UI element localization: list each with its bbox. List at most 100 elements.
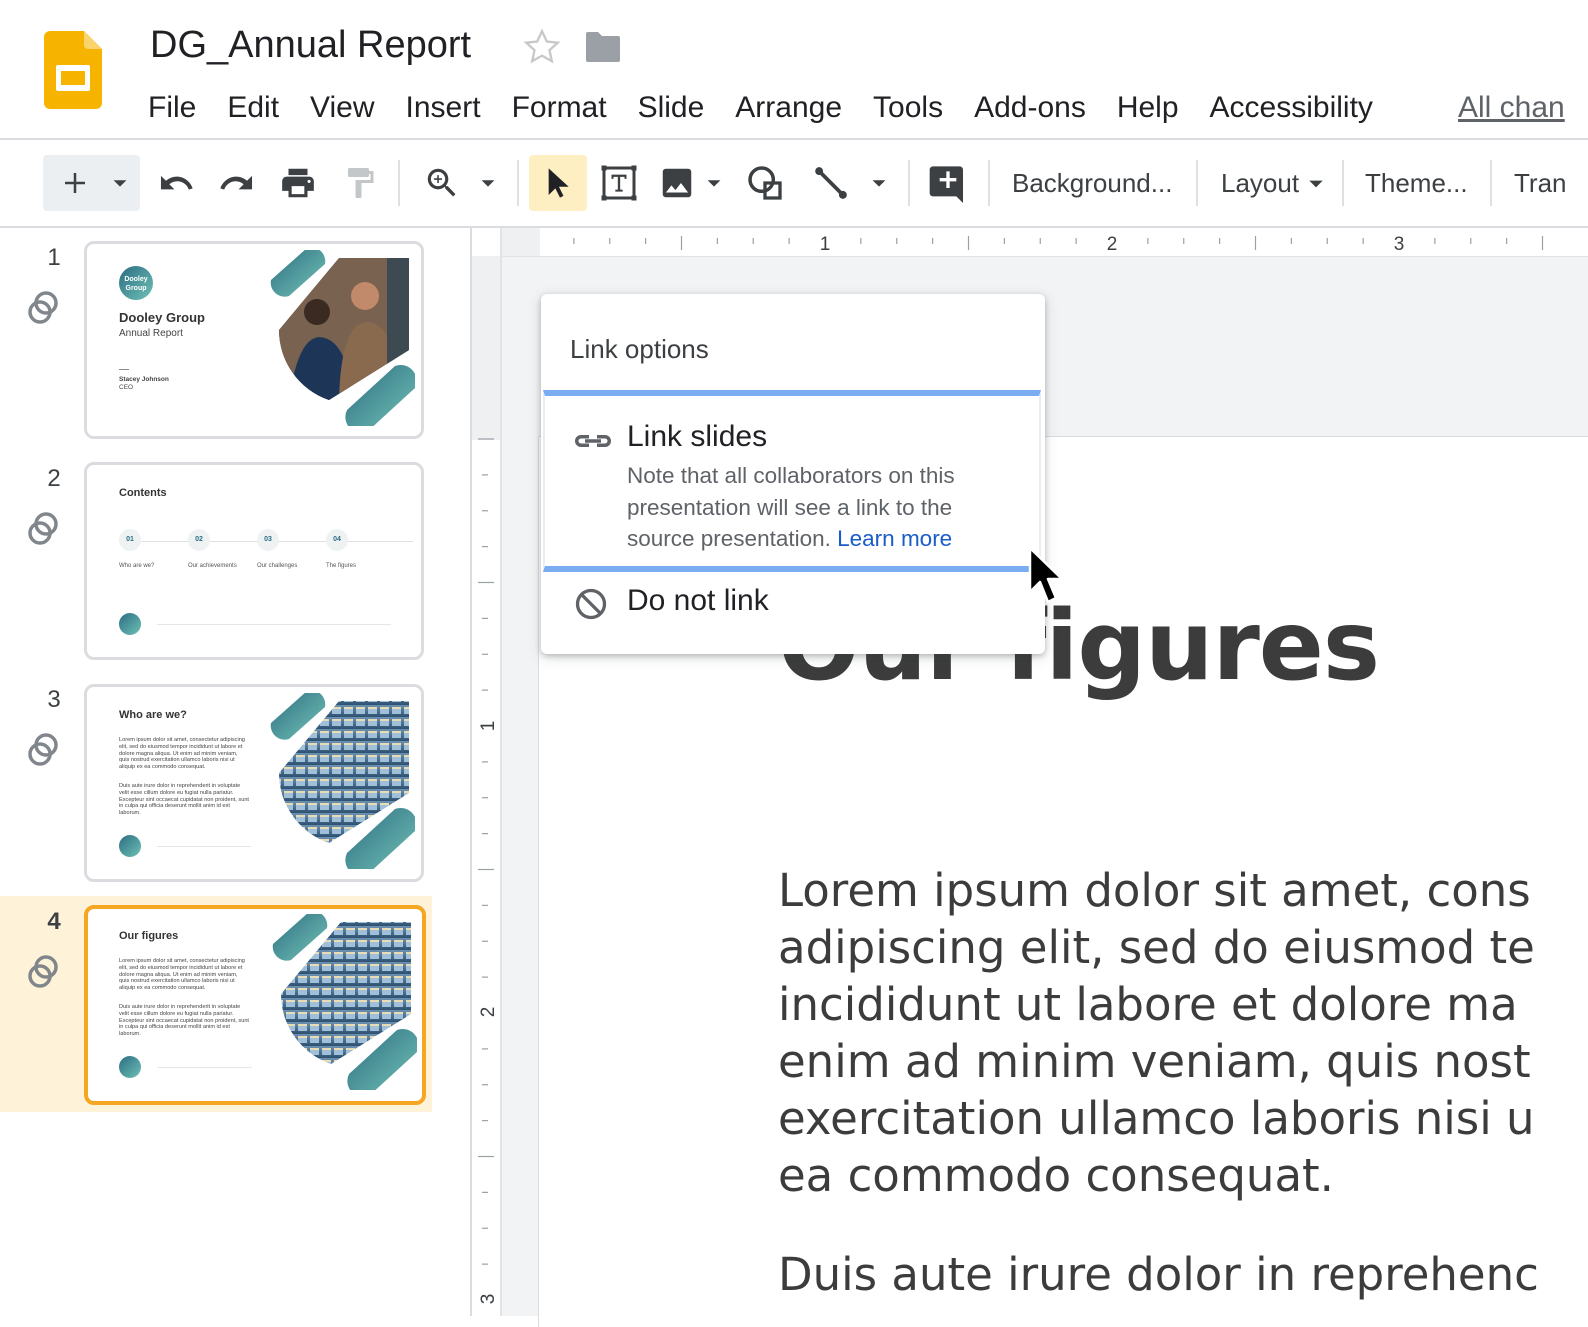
toolbar-separator: [908, 160, 910, 206]
thumb-subtitle: Annual Report: [119, 328, 183, 339]
transition-button[interactable]: Tran: [1514, 160, 1567, 206]
thumb-step-label: Our challenges: [257, 563, 298, 569]
link-slides-label: Link slides: [627, 420, 768, 453]
slide-body-line: ea commodo consequat.: [778, 1149, 1334, 1202]
new-slide-icon[interactable]: [50, 158, 100, 208]
menu-add-ons[interactable]: Add-ons: [974, 88, 1086, 128]
thumb-step-2: 02: [188, 529, 210, 551]
theme-button[interactable]: Theme...: [1365, 160, 1468, 206]
thumb-presenter-role: CEO: [119, 384, 134, 391]
linked-slide-icon[interactable]: [24, 952, 64, 992]
header-divider: [0, 138, 1588, 140]
slide-body-text[interactable]: Lorem ipsum dolor sit amet, cons adipisc…: [778, 862, 1588, 1303]
link-options-heading: Link options: [570, 334, 709, 364]
undo-icon[interactable]: [151, 158, 201, 208]
slide-body-line: exercitation ullamco laboris nisi u: [778, 1092, 1535, 1145]
new-slide-dropdown-icon[interactable]: [98, 158, 142, 208]
text-box-icon[interactable]: [594, 158, 644, 208]
menu-bar: File Edit View Insert Format Slide Arran…: [148, 88, 1373, 128]
link-slides-option[interactable]: Link slides Note that all collaborators …: [543, 390, 1041, 572]
paint-format-icon[interactable]: [335, 158, 385, 208]
thumb-footer-line: [157, 624, 391, 625]
building-photo-image: [270, 693, 415, 869]
block-icon: [575, 588, 607, 620]
thumb-body-2: Duis aute irure dolor in reprehenderit i…: [119, 1004, 249, 1038]
do-not-link-option[interactable]: Do not link: [543, 580, 1041, 634]
mouse-pointer-icon: [1028, 546, 1064, 604]
menu-slide[interactable]: Slide: [638, 88, 705, 128]
select-cursor-icon[interactable]: [533, 158, 583, 208]
ruler-mark: 3: [1394, 234, 1405, 255]
thumb-footer-line: [158, 1067, 252, 1068]
slide-thumbnail-1[interactable]: Dooley Group Dooley Group Annual Report …: [84, 241, 424, 439]
slide-body-line: Duis aute irure dolor in reprehenc: [778, 1248, 1539, 1301]
learn-more-link[interactable]: Learn more: [837, 526, 952, 551]
print-icon[interactable]: [273, 158, 323, 208]
slide-body-line: enim ad minim veniam, quis nost: [778, 1035, 1531, 1088]
menu-arrange[interactable]: Arrange: [735, 88, 842, 128]
thumb-step-1: 01: [119, 529, 141, 551]
thumb-title: Dooley Group: [119, 310, 205, 325]
slide-body-paragraph-1: Lorem ipsum dolor sit amet, cons adipisc…: [778, 862, 1588, 1204]
thumb-footer-line: [157, 846, 251, 847]
people-photo-image: [270, 250, 415, 426]
linked-slide-icon[interactable]: [24, 509, 64, 549]
zoom-icon[interactable]: [417, 158, 467, 208]
menu-help[interactable]: Help: [1117, 88, 1179, 128]
star-icon[interactable]: [522, 27, 562, 67]
slide-thumbnail-2[interactable]: Contents 01 02 03 04 Who are we? Our ach…: [84, 462, 424, 660]
image-dropdown-icon[interactable]: [692, 158, 736, 208]
slide-body-paragraph-2: Duis aute irure dolor in reprehenc: [778, 1246, 1588, 1303]
thumb-step-label: Who are we?: [119, 563, 155, 569]
add-comment-icon[interactable]: [923, 158, 973, 208]
folder-icon[interactable]: [584, 30, 622, 64]
ruler-mark: 3: [478, 1294, 499, 1305]
thumb-title: Contents: [119, 487, 167, 499]
ruler-edge: [500, 228, 502, 1316]
ruler-mark: 1: [820, 234, 831, 255]
zoom-dropdown-icon[interactable]: [466, 158, 510, 208]
toolbar-separator: [1490, 160, 1492, 206]
thumb-footer-logo: [119, 1056, 141, 1078]
thumb-step-label: Our achievements: [188, 563, 237, 569]
slide-number: 1: [47, 244, 61, 271]
thumb-title: Our figures: [119, 930, 179, 942]
document-title[interactable]: DG_Annual Report: [150, 24, 471, 67]
layout-button[interactable]: Layout: [1221, 160, 1326, 206]
menu-file[interactable]: File: [148, 88, 196, 128]
menu-accessibility[interactable]: Accessibility: [1210, 88, 1373, 128]
linked-slide-icon[interactable]: [24, 288, 64, 328]
thumb-step-label: The figures: [326, 563, 357, 569]
vertical-ruler[interactable]: 1 2 3: [472, 256, 500, 1316]
ruler-mark: 2: [1107, 234, 1118, 255]
toolbar-separator: [988, 160, 990, 206]
slide-thumbnail-3[interactable]: Who are we? Lorem ipsum dolor sit amet, …: [84, 684, 424, 882]
horizontal-ruler-margin: [502, 228, 540, 256]
menu-edit[interactable]: Edit: [227, 88, 279, 128]
link-icon: [575, 435, 611, 447]
all-changes-saved-link[interactable]: All chan: [1458, 88, 1565, 128]
menu-format[interactable]: Format: [512, 88, 607, 128]
menu-view[interactable]: View: [310, 88, 374, 128]
thumb-body-1: Lorem ipsum dolor sit amet, consectetur …: [119, 958, 245, 992]
do-not-link-label: Do not link: [627, 584, 769, 617]
thumb-presenter-name: Stacey Johnson: [119, 376, 169, 383]
ruler-mark: 1: [478, 721, 499, 732]
horizontal-ruler[interactable]: 1 2 3: [540, 228, 1588, 256]
menu-tools[interactable]: Tools: [873, 88, 943, 128]
background-button[interactable]: Background...: [1012, 160, 1172, 206]
thumb-rule: [119, 369, 129, 370]
thumb-title: Who are we?: [119, 709, 187, 721]
toolbar-separator: [517, 160, 519, 206]
linked-slide-icon[interactable]: [24, 730, 64, 770]
link-options-dialog: Link options Link slides Note that all c…: [541, 294, 1045, 654]
layout-dropdown-icon: [1309, 180, 1323, 188]
line-icon[interactable]: [806, 158, 856, 208]
line-dropdown-icon[interactable]: [857, 158, 901, 208]
shape-icon[interactable]: [740, 158, 790, 208]
menu-insert[interactable]: Insert: [406, 88, 481, 128]
redo-icon[interactable]: [212, 158, 262, 208]
slide-thumbnail-4[interactable]: Our figures Lorem ipsum dolor sit amet, …: [84, 905, 426, 1105]
slides-logo-icon[interactable]: [44, 31, 102, 109]
slide-number: 4: [47, 908, 61, 935]
